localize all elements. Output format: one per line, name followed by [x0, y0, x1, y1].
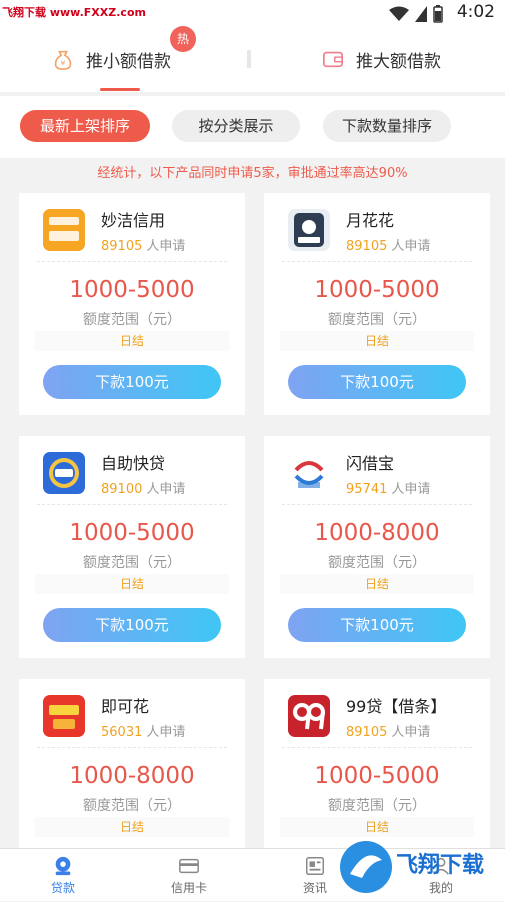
apply-button[interactable]: 下款100元 [288, 365, 466, 399]
battery-icon [433, 5, 443, 23]
product-name: 闪借宝 [346, 454, 395, 473]
product-card[interactable]: 自助快贷 89100 人申请 1000-5000 额度范围（元） 日结 下款100… [19, 436, 245, 658]
amount-range-label: 额度范围（元） [83, 798, 181, 814]
nav-credit-card[interactable]: 信用卡 [126, 849, 252, 901]
top-tab-bar: ¥ 推小额借款 热 推大额借款 [0, 26, 505, 92]
approval-notice: 经统计，以下产品同时申请5家，审批通过率高达90% [97, 166, 408, 181]
loan-icon [55, 856, 71, 876]
settlement-tag: 日结 [35, 331, 229, 351]
settlement-tag: 日结 [280, 331, 474, 351]
wifi-icon [389, 6, 409, 21]
product-logo [288, 452, 330, 494]
news-icon [306, 857, 324, 875]
amount-range: 1000-8000 [314, 520, 440, 546]
amount-range-label: 额度范围（元） [83, 312, 181, 328]
card-divider [282, 747, 472, 748]
wallet-icon [323, 51, 343, 68]
settlement-tag: 日结 [280, 817, 474, 837]
product-card[interactable]: 月花花 89105 人申请 1000-5000 额度范围（元） 日结 下款100元 [264, 193, 490, 415]
amount-range-label: 额度范围（元） [83, 555, 181, 571]
tab-divider [247, 50, 251, 68]
amount-range: 1000-8000 [69, 763, 195, 789]
product-card[interactable]: 闪借宝 95741 人申请 1000-8000 额度范围（元） 日结 下款100元 [264, 436, 490, 658]
settlement-tag: 日结 [35, 574, 229, 594]
amount-range: 1000-5000 [69, 277, 195, 303]
applicant-count: 56031 人申请 [101, 725, 186, 740]
product-logo [43, 209, 85, 251]
filter-newest-button[interactable]: 最新上架排序 [20, 110, 150, 142]
amount-range: 1000-5000 [314, 277, 440, 303]
nav-loan-label: 贷款 [50, 881, 75, 895]
applicant-count: 89105 人申请 [346, 239, 431, 254]
amount-range: 1000-5000 [314, 763, 440, 789]
credit-card-icon [179, 858, 199, 874]
tab-large-loan[interactable]: 推大额借款 [322, 26, 441, 92]
product-logo [288, 695, 330, 737]
applicant-count: 95741 人申请 [346, 482, 431, 497]
card-divider [282, 261, 472, 262]
tab-large-loan-label: 推大额借款 [356, 51, 441, 72]
applicant-count: 89100 人申请 [101, 482, 186, 497]
product-logo [43, 452, 85, 494]
apply-button[interactable]: 下款100元 [43, 365, 221, 399]
card-divider [37, 504, 227, 505]
card-divider [37, 261, 227, 262]
product-name: 妙洁信用 [101, 211, 166, 230]
hot-badge: 热 [170, 26, 196, 52]
tab-small-loan[interactable]: ¥ 推小额借款 [52, 26, 171, 92]
amount-range-label: 额度范围（元） [328, 798, 426, 814]
money-bag-icon: ¥ [54, 50, 72, 70]
nav-news-label: 资讯 [302, 881, 327, 895]
amount-range-label: 额度范围（元） [328, 555, 426, 571]
signal-icon [415, 6, 427, 22]
card-divider [37, 747, 227, 748]
amount-range: 1000-5000 [69, 520, 195, 546]
nav-credit-card-label: 信用卡 [170, 881, 207, 895]
nav-loan[interactable]: 贷款 [0, 849, 126, 901]
amount-range-label: 额度范围（元） [328, 312, 426, 328]
product-name: 99贷【借条】 [346, 697, 447, 716]
system-icons [389, 5, 443, 23]
settlement-tag: 日结 [35, 817, 229, 837]
product-name: 月花花 [346, 211, 395, 230]
product-name: 自助快贷 [101, 454, 166, 473]
status-time: 4:02 [456, 2, 495, 22]
apply-button[interactable]: 下款100元 [43, 608, 221, 642]
product-card[interactable]: 妙洁信用 89105 人申请 1000-5000 额度范围（元） 日结 下款100… [19, 193, 245, 415]
settlement-tag: 日结 [280, 574, 474, 594]
apply-button[interactable]: 下款100元 [288, 608, 466, 642]
product-logo [43, 695, 85, 737]
filter-bar: 最新上架排序 按分类展示 下款数量排序 [0, 96, 505, 158]
tab-small-loan-label: 推小额借款 [86, 51, 171, 72]
applicant-count: 89105 人申请 [346, 725, 431, 740]
active-tab-indicator [100, 88, 140, 91]
card-divider [282, 504, 472, 505]
product-name: 即可花 [101, 697, 150, 716]
brand-watermark: 飞翔下载 [336, 836, 501, 898]
status-bar: 飞翔下载 www.FXXZ.com 4:02 [0, 0, 505, 26]
filter-category-button[interactable]: 按分类展示 [172, 110, 300, 142]
filter-payout-count-button[interactable]: 下款数量排序 [323, 110, 451, 142]
applicant-count: 89105 人申请 [101, 239, 186, 254]
product-logo [288, 209, 330, 251]
svg-text:¥: ¥ [61, 58, 66, 67]
svg-text:飞翔下载: 飞翔下载 [396, 852, 484, 878]
watermark-text: 飞翔下载 www.FXXZ.com [2, 6, 146, 19]
